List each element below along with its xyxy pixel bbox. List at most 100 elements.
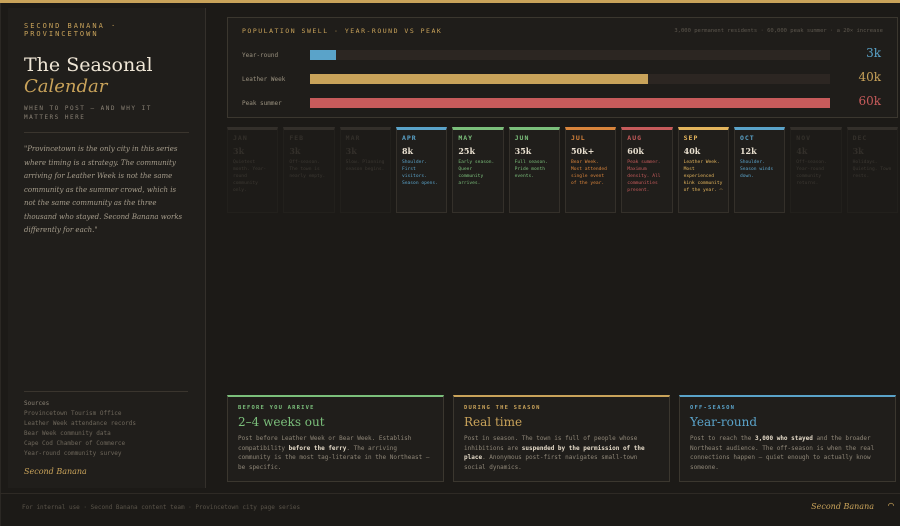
population-row: Year-round 3k	[242, 45, 883, 67]
population-row: Leather Week 40k	[242, 69, 883, 91]
card-off-season: OFF-SEASON Year-round Post to reach the …	[679, 395, 896, 482]
card-during-season: DURING THE SEASON Real time Post in seas…	[453, 395, 670, 482]
month-description: Full season. Pride month events.	[514, 160, 548, 179]
card-title: Year-round	[690, 415, 758, 429]
source-item: Leather Week attendance records	[24, 420, 136, 427]
month-description: Shoulder. Season winds down.	[739, 160, 774, 179]
population-bar-track	[310, 74, 830, 84]
population-value: 40k	[858, 70, 881, 84]
month-description: Shoulder. First visitors. Season opens.	[401, 160, 438, 186]
month-card-mar: MAR 3k Slow. Planning season begins.	[339, 127, 391, 213]
month-description: Quietest month. Year-round community onl…	[233, 160, 267, 193]
month-card-apr: APR 8k Shoulder. First visitors. Season op…	[395, 127, 448, 213]
source-item: Bear Week community data	[24, 430, 111, 437]
brand-kicker: SECOND BANANA · PROVINCETOWN	[24, 22, 118, 38]
page-title-accent: Calendar	[24, 76, 108, 97]
month-population: 12k	[739, 146, 757, 156]
footer-brand: Second Banana	[811, 502, 874, 511]
month-population: 3k	[233, 146, 245, 156]
population-bar	[310, 74, 648, 84]
month-card-feb: FEB 3k Off-season. The town is nearly empt…	[283, 127, 335, 213]
month-description: Holidays. Quieting. Town rests.	[852, 160, 892, 179]
sources-divider	[24, 391, 188, 392]
population-row: Peak summer 60k	[242, 93, 883, 115]
population-label: Year-round	[242, 52, 279, 59]
month-card-oct: OCT 12k Shoulder. Season winds down.	[733, 127, 786, 213]
month-population: 60k	[627, 146, 644, 156]
month-population: 4k	[796, 146, 808, 156]
month-name: DEC	[852, 134, 868, 142]
card-title: Real time	[464, 415, 523, 429]
month-population: 40k	[683, 146, 701, 156]
card-body: Post to reach the 3,000 who stayed and t…	[690, 435, 875, 471]
card-before-arrive: BEFORE YOU ARRIVE 2–4 weeks out Post bef…	[227, 395, 444, 482]
month-card-dec: DEC 3k Holidays. Quieting. Town rests.	[846, 127, 898, 213]
intro-quote: "Provincetown is the only city in this s…	[24, 145, 183, 234]
source-item: Cape Cod Chamber of Commerce	[24, 440, 126, 447]
month-description: Bear Week. Most attended single event of…	[570, 160, 607, 186]
month-name: JAN	[233, 134, 248, 142]
brand-signature: Second Banana	[24, 467, 87, 476]
month-description: Slow. Planning season begins.	[345, 160, 385, 172]
source-item: Provincetown Tourism Office	[24, 410, 122, 417]
page-title: The Seasonal	[24, 54, 153, 76]
month-card-jun: JUN 35k Full season. Pride month events.	[508, 127, 560, 213]
month-name: JUN	[514, 134, 530, 142]
sidebar: SECOND BANANA · PROVINCETOWN The Seasona…	[8, 8, 206, 488]
month-population: 3k	[289, 146, 301, 156]
month-card-may: MAY 25k Early season. Queer community arri…	[452, 127, 504, 213]
card-title: 2–4 weeks out	[238, 415, 325, 429]
month-card-jan: JAN 3k Quietest month. Year-round communit…	[227, 127, 279, 213]
sources-heading: Sources	[24, 400, 50, 407]
month-description: Off-season. The town is nearly empty.	[289, 160, 326, 179]
month-population: 50k+	[570, 146, 595, 156]
population-bar	[310, 98, 830, 108]
population-label: Leather Week	[242, 76, 286, 83]
source-item: Year-round community survey	[24, 450, 122, 457]
population-panel: POPULATION SWELL · YEAR-ROUND VS PEAK 3,…	[227, 17, 898, 118]
population-note: 3,000 permanent residents · 60,000 peak …	[674, 28, 883, 34]
footer-note: For internal use · Second Banana content…	[22, 504, 301, 511]
month-name: SEP	[683, 134, 699, 142]
month-name: JUL	[570, 134, 586, 142]
month-strip: JAN 3k Quietest month. Year-round communit…	[227, 127, 898, 213]
month-card-nov: NOV 4k Off-season. Year-round community re…	[790, 127, 842, 213]
month-population: 3k	[852, 146, 864, 156]
month-name: NOV	[796, 134, 812, 142]
card-body: Post in season. The town is full of peop…	[464, 435, 645, 471]
banana-icon: ⌒	[719, 188, 723, 193]
card-body: Post before Leather Week or Bear Week. E…	[238, 435, 430, 471]
population-bar-track	[310, 50, 830, 60]
page-subtitle: WHEN TO POST — AND WHY IT MATTERS HERE	[24, 105, 152, 121]
month-card-jul: JUL 50k+ Bear Week. Most attended single e…	[564, 127, 617, 213]
month-card-sep: SEP 40k Leather Week. Most experienced kin…	[677, 127, 729, 213]
month-population: 35k	[514, 146, 532, 156]
month-population: 8k	[401, 146, 414, 156]
month-name: AUG	[627, 134, 643, 142]
population-bar	[310, 50, 336, 60]
month-card-aug: AUG 60k Peak summer. Maximum density. All …	[621, 127, 673, 213]
month-description: Early season. Queer community arrives.	[458, 160, 495, 186]
card-kicker: OFF-SEASON	[690, 405, 736, 411]
month-name: APR	[401, 134, 417, 142]
card-kicker: DURING THE SEASON	[464, 405, 541, 411]
month-name: MAY	[458, 134, 474, 142]
month-description: Off-season. Year-round community returns…	[796, 160, 827, 186]
month-description: Peak summer. Maximum density. All commun…	[627, 160, 661, 193]
card-kicker: BEFORE YOU ARRIVE	[238, 405, 315, 411]
month-population: 25k	[458, 146, 475, 156]
month-name: FEB	[289, 134, 305, 142]
population-value: 3k	[866, 46, 881, 60]
sources-block: Sources Provincetown Tourism Office Leat…	[24, 391, 188, 476]
population-title: POPULATION SWELL · YEAR-ROUND VS PEAK	[242, 27, 443, 35]
month-name: OCT	[739, 134, 755, 142]
month-description: Leather Week. Most experienced kink comm…	[683, 160, 723, 193]
population-bar-track	[310, 98, 830, 108]
sidebar-divider	[24, 132, 189, 133]
population-value: 60k	[858, 94, 881, 108]
month-name: MAR	[345, 134, 361, 142]
footer: For internal use · Second Banana content…	[0, 493, 900, 526]
month-population: 3k	[345, 146, 357, 156]
banana-icon: ⌒	[887, 500, 894, 511]
population-label: Peak summer	[242, 100, 282, 107]
